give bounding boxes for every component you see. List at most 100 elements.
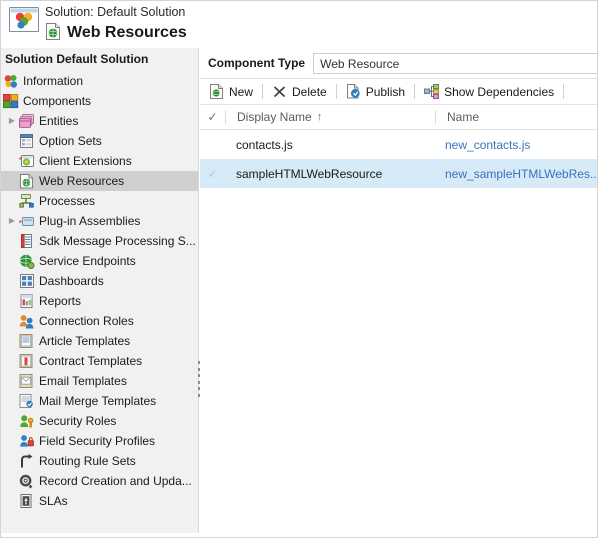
select-all-column-header[interactable]: ✓: [200, 110, 225, 124]
sidebar-item-security-roles[interactable]: Security Roles: [1, 411, 198, 431]
sidebar-item-label: Plug-in Assemblies: [39, 211, 140, 231]
sidebar-item-label: Reports: [39, 291, 81, 311]
table-row[interactable]: contacts.jsnew_contacts.js: [200, 130, 598, 159]
cell-display-name: sampleHTMLWebResource: [225, 167, 434, 181]
processes-icon: [19, 194, 35, 209]
client-extensions-icon: [19, 154, 35, 169]
sdk-message-icon: [19, 234, 35, 249]
sidebar-item-label: Option Sets: [39, 131, 102, 151]
security-roles-icon: [19, 414, 35, 429]
sidebar-item-label: Components: [23, 91, 91, 111]
reports-icon: [19, 294, 35, 309]
column-header-display-name-label: Display Name: [237, 110, 312, 124]
show-dependencies-button-label: Show Dependencies: [444, 85, 554, 99]
entities-icon: [19, 114, 35, 129]
delete-x-icon: [272, 84, 287, 99]
solution-label: Solution: Default Solution: [45, 3, 187, 21]
cell-display-name: contacts.js: [225, 138, 434, 152]
sidebar-item-label: Field Security Profiles: [39, 431, 155, 451]
sidebar-header-title: Solution Default Solution: [1, 48, 198, 70]
cell-name-link[interactable]: new_contacts.js: [434, 138, 598, 152]
sidebar-item-entities[interactable]: ▶ Entities: [1, 111, 198, 131]
row-select-checkbox[interactable]: ✓: [200, 167, 225, 181]
sidebar-item-components[interactable]: Components: [1, 91, 198, 111]
new-web-resource-icon: [209, 84, 224, 99]
sidebar-item-label: Connection Roles: [39, 311, 134, 331]
table-row[interactable]: ✓sampleHTMLWebResourcenew_sampleHTMLWebR…: [200, 159, 598, 188]
page-title: Web Resources: [67, 24, 187, 42]
article-templates-icon: [19, 334, 35, 349]
grid-toolbar: New Delete: [200, 78, 598, 105]
delete-button[interactable]: Delete: [263, 79, 336, 104]
sidebar-item-label: Information: [23, 71, 83, 91]
sidebar-item-web-resources[interactable]: Web Resources: [1, 171, 198, 191]
new-button-label: New: [229, 85, 253, 99]
solution-sidebar: Solution Default Solution InformationCom…: [1, 48, 199, 533]
sla-icon: [19, 494, 35, 509]
checkmark-icon: ✓: [207, 110, 217, 124]
sidebar-item-mail-merge-templates[interactable]: Mail Merge Templates: [1, 391, 198, 411]
cell-name-link[interactable]: new_sampleHTMLWebRes...: [434, 167, 598, 181]
sidebar-item-label: Security Roles: [39, 411, 116, 431]
routing-rule-sets-icon: [19, 454, 35, 469]
sidebar-item-label: Client Extensions: [39, 151, 132, 171]
sidebar-item-slas[interactable]: SLAs: [1, 491, 198, 511]
toolbar-separator: [563, 84, 564, 99]
dashboards-icon: [19, 274, 35, 289]
connection-roles-icon: [19, 314, 35, 329]
sidebar-item-article-templates[interactable]: Article Templates: [1, 331, 198, 351]
sidebar-item-label: Routing Rule Sets: [39, 451, 136, 471]
email-templates-icon: [19, 374, 35, 389]
expand-chevron-icon[interactable]: ▶: [5, 211, 19, 231]
sidebar-item-contract-templates[interactable]: Contract Templates: [1, 351, 198, 371]
sidebar-item-dashboards[interactable]: Dashboards: [1, 271, 198, 291]
main-content-panel: Component Type Web Resource New: [200, 48, 598, 533]
sidebar-item-option-sets[interactable]: Option Sets: [1, 131, 198, 151]
sidebar-item-connection-roles[interactable]: Connection Roles: [1, 311, 198, 331]
record-creation-icon: [19, 474, 35, 489]
expand-chevron-icon[interactable]: ▶: [5, 111, 19, 131]
sidebar-item-processes[interactable]: Processes: [1, 191, 198, 211]
sidebar-item-label: Processes: [39, 191, 95, 211]
sidebar-item-label: Service Endpoints: [39, 251, 136, 271]
sidebar-item-reports[interactable]: Reports: [1, 291, 198, 311]
sidebar-item-record-creation-and-upda[interactable]: Record Creation and Upda...: [1, 471, 198, 491]
sidebar-item-label: Entities: [39, 111, 78, 131]
sidebar-item-label: Article Templates: [39, 331, 130, 351]
application-window: Solution: Default Solution Web Resources…: [0, 0, 598, 538]
sidebar-item-service-endpoints[interactable]: Service Endpoints: [1, 251, 198, 271]
column-header-name-label: Name: [447, 110, 479, 124]
sidebar-item-label: Web Resources: [39, 171, 124, 191]
publish-button[interactable]: Publish: [337, 79, 414, 104]
field-security-profiles-icon: [19, 434, 35, 449]
sidebar-item-sdk-message-processing-s[interactable]: Sdk Message Processing S...: [1, 231, 198, 251]
publish-button-label: Publish: [366, 85, 405, 99]
sidebar-item-plug-in-assemblies[interactable]: ▶ Plug-in Assemblies: [1, 211, 198, 231]
show-dependencies-icon: [424, 84, 439, 99]
show-dependencies-button[interactable]: Show Dependencies: [415, 79, 563, 104]
sidebar-item-label: Contract Templates: [39, 351, 142, 371]
sidebar-item-email-templates[interactable]: Email Templates: [1, 371, 198, 391]
sort-ascending-icon: ↑: [317, 111, 323, 123]
new-button[interactable]: New: [200, 79, 262, 104]
header-text-block: Solution: Default Solution Web Resources: [45, 3, 187, 43]
page-title-row: Web Resources: [45, 23, 187, 43]
publish-icon: [346, 84, 361, 99]
solution-component-tree: InformationComponents▶EntitiesOption Set…: [1, 70, 198, 511]
sidebar-item-routing-rule-sets[interactable]: Routing Rule Sets: [1, 451, 198, 471]
information-icon: [3, 74, 19, 89]
sidebar-item-client-extensions[interactable]: Client Extensions: [1, 151, 198, 171]
component-type-label: Component Type: [208, 56, 305, 70]
delete-button-label: Delete: [292, 85, 327, 99]
option-sets-icon: [19, 134, 35, 149]
column-header-name[interactable]: Name: [436, 110, 598, 124]
sidebar-item-label: SLAs: [39, 491, 68, 511]
component-type-bar: Component Type Web Resource: [200, 48, 598, 78]
sidebar-item-field-security-profiles[interactable]: Field Security Profiles: [1, 431, 198, 451]
contract-templates-icon: [19, 354, 35, 369]
sidebar-item-information[interactable]: Information: [1, 71, 198, 91]
sidebar-item-label: Record Creation and Upda...: [39, 471, 192, 491]
component-type-select[interactable]: Web Resource: [313, 53, 598, 74]
column-header-display-name[interactable]: Display Name ↑: [226, 110, 435, 124]
sidebar-item-label: Dashboards: [39, 271, 104, 291]
